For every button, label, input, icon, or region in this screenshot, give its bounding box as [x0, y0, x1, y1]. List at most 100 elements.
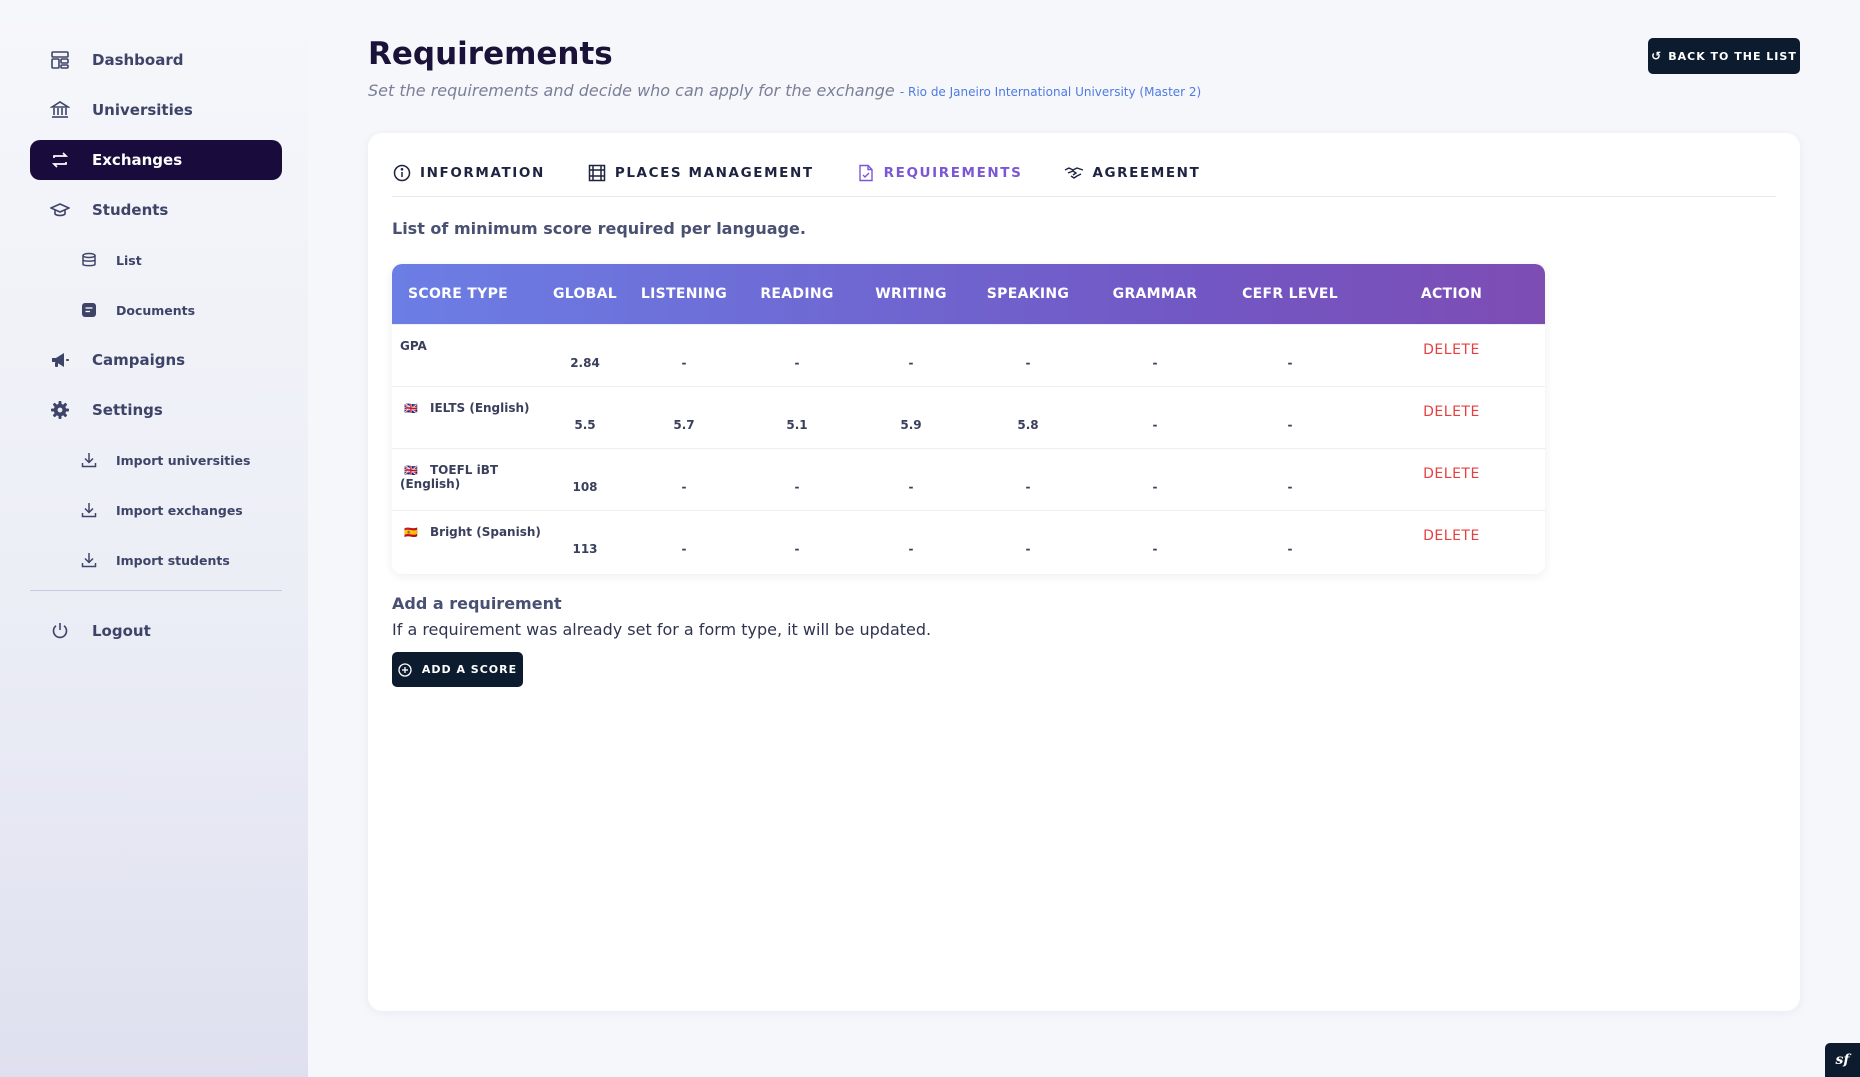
power-icon — [48, 619, 72, 643]
database-icon — [80, 251, 98, 269]
delete-button[interactable]: DELETE — [1358, 324, 1545, 386]
column-header: SCORE TYPE — [408, 285, 508, 302]
tab-bar: INFORMATION PLACES MANAGEMENT REQUIREMEN… — [392, 153, 1776, 197]
document-icon — [80, 301, 98, 319]
sidebar-item-dashboard[interactable]: Dashboard — [30, 40, 282, 80]
plus-circle-icon — [398, 662, 412, 677]
sidebar-item-universities[interactable]: Universities — [30, 90, 282, 130]
sidebar-item-import-universities[interactable]: Import universities — [30, 440, 282, 480]
megaphone-icon — [48, 348, 72, 372]
sidebar-item-label: Import universities — [116, 452, 251, 468]
uk-flag-icon: 🇬🇧 — [404, 463, 418, 477]
grammar-cell: - — [1152, 480, 1158, 494]
download-icon — [80, 501, 98, 519]
column-header: LISTENING — [640, 285, 728, 302]
sidebar-item-label: Logout — [92, 622, 151, 640]
delete-button[interactable]: DELETE — [1358, 386, 1545, 448]
listening-cell: 5.7 — [673, 418, 695, 432]
sidebar-item-label: Documents — [116, 302, 196, 318]
sidebar-item-label: Import students — [116, 552, 230, 568]
delete-button[interactable]: DELETE — [1358, 510, 1545, 572]
page-title: Requirements — [368, 36, 613, 72]
requirements-table: SCORE TYPE GLOBAL LISTENING READING WRIT… — [392, 264, 1545, 574]
writing-cell: 5.9 — [900, 418, 922, 432]
reading-cell: - — [794, 542, 800, 557]
tab-information[interactable]: INFORMATION — [392, 153, 545, 193]
download-icon — [80, 551, 98, 569]
global-cell: 108 — [572, 480, 598, 494]
grammar-cell: - — [1152, 418, 1158, 432]
score-type-cell: 🇬🇧 TOEFL iBT (English) — [392, 448, 542, 510]
file-check-icon — [856, 163, 876, 183]
sidebar-item-students[interactable]: Students — [30, 190, 282, 230]
sidebar-item-label: List — [116, 252, 142, 268]
sidebar: Dashboard Universities Exchanges Student… — [0, 0, 308, 1077]
tab-agreement[interactable]: AGREEMENT — [1064, 153, 1200, 193]
graduation-cap-icon — [48, 198, 72, 222]
exchange-link[interactable]: - Rio de Janeiro International Universit… — [900, 85, 1201, 99]
info-icon — [392, 163, 412, 183]
table-row: 🇬🇧 TOEFL iBT (English) 108 - - - - - - DE… — [392, 448, 1545, 510]
sidebar-item-import-exchanges[interactable]: Import exchanges — [30, 490, 282, 530]
add-requirement-description: If a requirement was already set for a f… — [392, 620, 932, 639]
sidebar-item-list[interactable]: List — [30, 240, 282, 280]
delete-button[interactable]: DELETE — [1358, 448, 1545, 510]
spain-flag-icon: 🇪🇸 — [404, 525, 418, 539]
sidebar-item-label: Settings — [92, 401, 163, 419]
score-type-label: GPA — [400, 338, 427, 353]
subtitle-text: Set the requirements and decide who can … — [368, 81, 895, 100]
sidebar-item-exchanges[interactable]: Exchanges — [30, 140, 282, 180]
cefr-cell: - — [1287, 480, 1293, 494]
sidebar-item-logout[interactable]: Logout — [30, 611, 282, 651]
page-subtitle: Set the requirements and decide who can … — [368, 81, 1201, 100]
column-header: SPEAKING — [986, 285, 1070, 302]
tab-places-management[interactable]: PLACES MANAGEMENT — [587, 153, 814, 193]
writing-cell: - — [908, 542, 914, 557]
undo-icon: ↺ — [1651, 49, 1663, 63]
score-type-cell: 🇬🇧 IELTS (English) — [392, 386, 542, 448]
score-type-label: Bright (Spanish) — [430, 524, 541, 539]
sidebar-item-settings[interactable]: Settings — [30, 390, 282, 430]
table-row: 🇪🇸 Bright (Spanish) 113 - - - - - - DELET… — [392, 510, 1545, 572]
reading-cell: - — [794, 480, 800, 494]
score-type-label: IELTS (English) — [430, 400, 530, 415]
requirements-card: INFORMATION PLACES MANAGEMENT REQUIREMEN… — [368, 133, 1800, 1011]
score-type-cell: GPA — [392, 324, 542, 386]
column-header: ACTION — [1420, 285, 1483, 302]
dashboard-icon — [48, 48, 72, 72]
table-row: 🇬🇧 IELTS (English) 5.5 5.7 5.1 5.9 5.8 - … — [392, 386, 1545, 448]
global-cell: 2.84 — [570, 356, 600, 370]
grammar-cell: - — [1152, 356, 1158, 370]
sidebar-item-label: Dashboard — [92, 51, 184, 69]
uk-flag-icon: 🇬🇧 — [404, 401, 418, 415]
listening-cell: - — [681, 542, 687, 557]
add-score-button[interactable]: ADD A SCORE — [392, 652, 523, 687]
writing-cell: - — [908, 356, 914, 370]
column-header: READING — [760, 285, 834, 302]
column-header: GRAMMAR — [1112, 285, 1198, 302]
sidebar-item-import-students[interactable]: Import students — [30, 540, 282, 580]
download-icon — [80, 451, 98, 469]
tab-label: AGREEMENT — [1092, 165, 1201, 181]
tab-label: PLACES MANAGEMENT — [614, 165, 814, 181]
back-to-list-label: BACK TO THE LIST — [1668, 49, 1797, 63]
sidebar-item-campaigns[interactable]: Campaigns — [30, 340, 282, 380]
grid-icon — [587, 163, 607, 183]
tab-requirements[interactable]: REQUIREMENTS — [856, 153, 1023, 193]
cefr-cell: - — [1287, 418, 1293, 432]
cefr-cell: - — [1287, 542, 1293, 557]
table-header-row: SCORE TYPE GLOBAL LISTENING READING WRIT… — [392, 264, 1545, 324]
speaking-cell: - — [1025, 542, 1031, 557]
table-row: GPA 2.84 - - - - - - DELETE — [392, 324, 1545, 386]
sidebar-item-documents[interactable]: Documents — [30, 290, 282, 330]
sidebar-divider — [30, 590, 282, 591]
global-cell: 113 — [572, 542, 598, 557]
exchange-icon — [48, 148, 72, 172]
add-score-label: ADD A SCORE — [421, 663, 518, 676]
symfony-toolbar-icon[interactable]: sf — [1825, 1043, 1860, 1077]
back-to-list-button[interactable]: ↺ BACK TO THE LIST — [1648, 38, 1800, 74]
score-type-cell: 🇪🇸 Bright (Spanish) — [392, 510, 542, 572]
writing-cell: - — [908, 480, 914, 494]
global-cell: 5.5 — [574, 418, 596, 432]
sidebar-item-label: Campaigns — [92, 351, 186, 369]
